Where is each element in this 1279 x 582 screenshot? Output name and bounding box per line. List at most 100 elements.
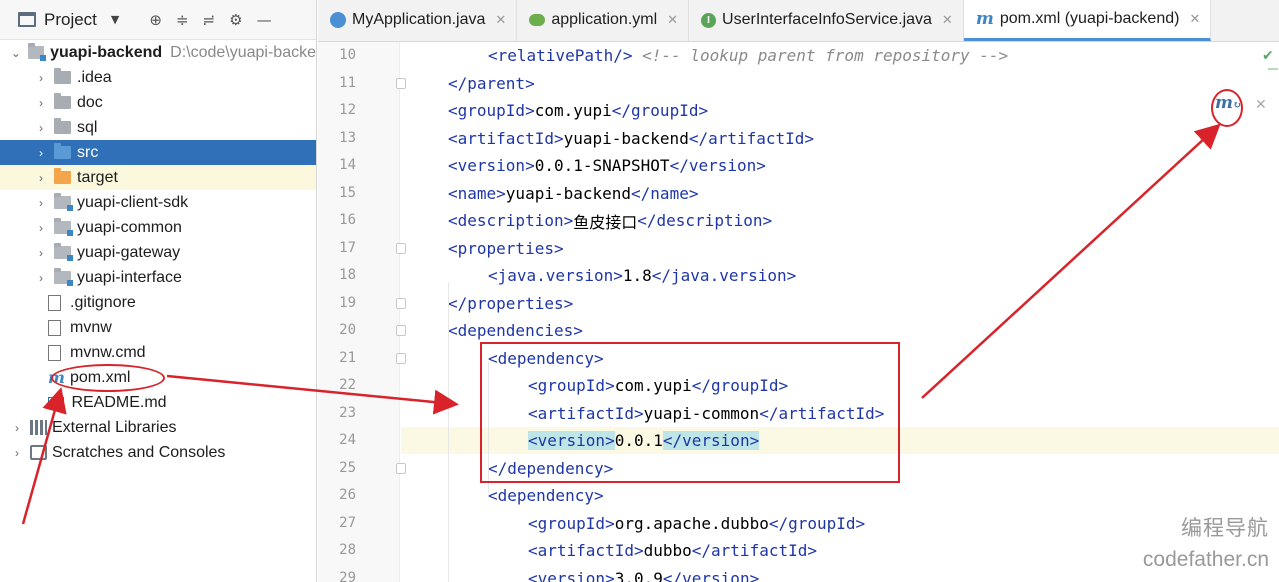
tree-item[interactable]: › External Libraries: [0, 415, 316, 440]
line-number: 14: [339, 157, 356, 173]
line-number: 29: [339, 569, 356, 582]
xml-text: 0.0.1-SNAPSHOT: [534, 156, 670, 175]
hide-icon[interactable]: —: [257, 11, 272, 29]
fold-marker[interactable]: [396, 462, 406, 474]
editor-tab[interactable]: application.yml ✕: [517, 0, 690, 41]
project-panel-title[interactable]: Project: [44, 10, 97, 30]
tree-item-label: yuapi-client-sdk: [77, 193, 189, 211]
xml-tag: <dependencies>: [448, 321, 583, 340]
xml-tag: </version>: [669, 156, 766, 175]
close-icon[interactable]: ✕: [495, 12, 506, 28]
code-line[interactable]: <version> 3.0.9 </version>: [528, 565, 759, 582]
tree-item[interactable]: › sql: [0, 115, 316, 140]
code-line[interactable]: <java.version> 1.8 </java.version>: [488, 262, 796, 289]
close-icon[interactable]: ✕: [942, 12, 953, 28]
chevron-right-icon[interactable]: ›: [34, 196, 48, 210]
tree-item-label: yuapi-common: [77, 218, 182, 236]
chevron-right-icon[interactable]: ›: [34, 221, 48, 235]
code-line[interactable]: <description> 鱼皮接口 </description>: [448, 207, 772, 234]
xml-text: yuapi-backend: [505, 183, 632, 203]
tree-item-label: yuapi-interface: [77, 268, 182, 286]
code-line[interactable]: <dependencies>: [448, 317, 583, 344]
fold-marker[interactable]: [396, 242, 406, 254]
chevron-right-icon[interactable]: ›: [34, 246, 48, 260]
xml-tag: </groupId>: [768, 513, 866, 533]
code-editor[interactable]: 10 11 12 13 14 15 16 17 18 19 20 21 22 23 24 25 26 27 28 29…: [318, 42, 1279, 582]
editor-tab[interactable]: I UserInterfaceInfoService.java ✕: [689, 0, 964, 41]
chevron-right-icon[interactable]: ›: [34, 146, 48, 160]
watermark: 编程导航 codefather.cn: [1143, 512, 1269, 572]
line-number: 26: [339, 487, 356, 503]
chevron-right-icon[interactable]: ›: [34, 171, 48, 185]
xml-text: 鱼皮接口: [573, 212, 638, 232]
project-panel-toolbar: ⊕ ≑ ≓ ⚙ —: [149, 11, 271, 29]
maven-icon: m: [975, 8, 994, 29]
xml-tag: <properties>: [448, 238, 564, 258]
gear-icon[interactable]: ⚙: [229, 11, 242, 29]
chevron-right-icon[interactable]: ›: [10, 446, 24, 460]
locate-icon[interactable]: ⊕: [149, 11, 162, 29]
collapse-all-icon[interactable]: ≓: [203, 11, 216, 29]
code-line[interactable]: <groupId> com.yupi </groupId>: [448, 97, 708, 124]
editor-tab[interactable]: MyApplication.java ✕: [318, 0, 518, 41]
xml-text: 3.0.9: [614, 568, 663, 582]
java-class-icon: [330, 12, 346, 28]
tree-item[interactable]: ⌄ yuapi-backend D:\code\yuapi-backe: [0, 40, 316, 65]
code-line[interactable]: <relativePath/> <!-- lookup parent from …: [488, 42, 1008, 69]
code-line[interactable]: </properties>: [448, 290, 573, 317]
fold-marker[interactable]: [396, 325, 406, 336]
code-line[interactable]: <artifactId> dubbo </artifactId>: [528, 537, 817, 564]
close-icon[interactable]: ✕: [667, 12, 678, 28]
tree-item-path: D:\code\yuapi-backe: [170, 43, 316, 61]
module-folder-icon: [54, 243, 73, 261]
code-line[interactable]: <version> 0.0.1-SNAPSHOT </version>: [448, 152, 766, 179]
xml-tag: <description>: [448, 211, 574, 230]
code-line[interactable]: <dependency>: [488, 482, 604, 509]
code-line[interactable]: <groupId> org.apache.dubbo </groupId>: [528, 510, 865, 537]
editor-tab[interactable]: m pom.xml (yuapi-backend) ✕: [963, 0, 1212, 41]
folder-icon: [54, 68, 71, 84]
tree-item[interactable]: › yuapi-common: [0, 215, 316, 240]
xml-text: yuapi-backend: [563, 128, 689, 148]
tree-item[interactable]: › Scratches and Consoles: [0, 440, 316, 465]
code-line[interactable]: </parent>: [448, 70, 535, 97]
fold-marker[interactable]: [396, 77, 406, 89]
tree-item[interactable]: › yuapi-interface: [0, 265, 316, 290]
code-line[interactable]: <artifactId> yuapi-backend </artifactId>: [448, 125, 814, 152]
tree-item-label: mvnw.cmd: [70, 343, 146, 361]
close-icon[interactable]: ✕: [1189, 11, 1200, 27]
code-line[interactable]: <properties>: [448, 235, 564, 262]
tree-item[interactable]: › yuapi-client-sdk: [0, 190, 316, 215]
tree-item[interactable]: › src: [0, 140, 316, 165]
code-line[interactable]: <name> yuapi-backend </name>: [448, 180, 698, 207]
editor-gutter: 10 11 12 13 14 15 16 17 18 19 20 21 22 23 24 25 26 27 28 29: [318, 42, 406, 582]
indent-guide: [448, 282, 449, 582]
tree-item[interactable]: mvnw.cmd: [0, 340, 316, 365]
scrollbar-marker[interactable]: [1268, 68, 1278, 70]
chevron-right-icon[interactable]: ›: [34, 271, 48, 285]
xml-comment: <!-- lookup parent from repository -->: [642, 46, 1009, 65]
tree-item[interactable]: › target: [0, 165, 316, 190]
tree-item[interactable]: MD README.md: [0, 390, 316, 415]
xml-text: com.yupi: [534, 101, 612, 120]
chevron-right-icon[interactable]: ›: [34, 121, 48, 135]
line-number: 20: [339, 322, 356, 338]
xml-tag: <artifactId>: [528, 541, 644, 560]
tree-item[interactable]: .gitignore: [0, 290, 316, 315]
tree-item[interactable]: mvnw: [0, 315, 316, 340]
chevron-down-icon[interactable]: ⌄: [9, 46, 22, 60]
tree-item[interactable]: › yuapi-gateway: [0, 240, 316, 265]
fold-marker[interactable]: [396, 352, 406, 364]
chevron-down-icon[interactable]: ▼: [111, 13, 119, 26]
tree-item[interactable]: › .idea: [0, 65, 316, 90]
fold-marker[interactable]: [396, 297, 406, 309]
line-number: 17: [339, 239, 356, 256]
interface-icon: I: [701, 12, 717, 28]
tree-item[interactable]: › doc: [0, 90, 316, 115]
chevron-right-icon[interactable]: ›: [34, 71, 48, 85]
chevron-right-icon[interactable]: ›: [34, 96, 48, 110]
chevron-right-icon[interactable]: ›: [10, 421, 24, 435]
project-panel-header: Project ▼ ⊕ ≑ ≓ ⚙ —: [0, 0, 316, 40]
close-icon[interactable]: ✕: [1255, 97, 1267, 113]
expand-all-icon[interactable]: ≑: [176, 11, 189, 29]
